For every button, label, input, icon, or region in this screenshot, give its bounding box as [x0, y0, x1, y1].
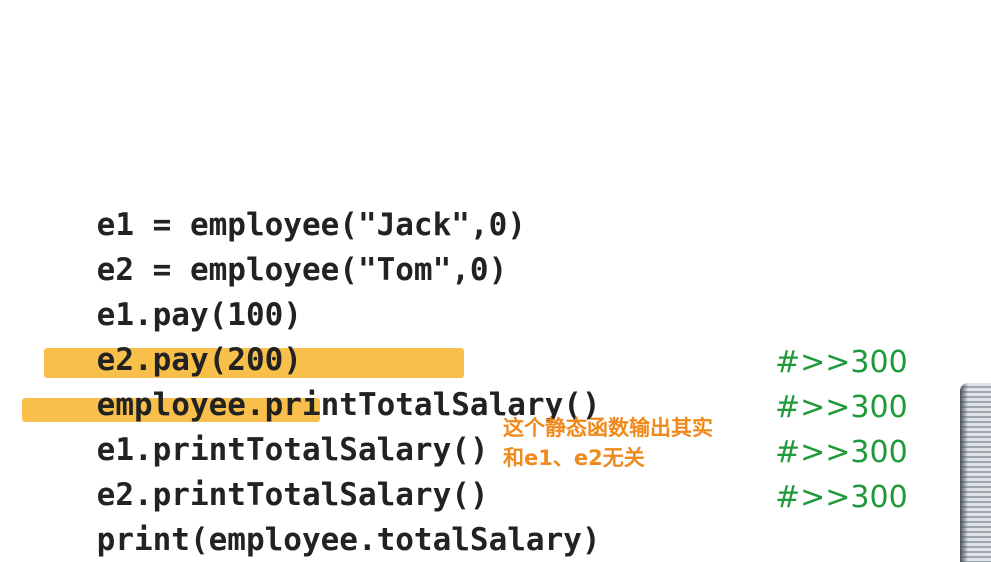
output-comment-line-6: #>>300: [775, 390, 908, 425]
slide: e1 = employee("Jack",0) e2 = employee("T…: [0, 0, 991, 562]
code-text: e1.pay(100): [96, 297, 302, 333]
annotation-line-2: 和e1、e2无关: [503, 446, 645, 470]
output-comment-line-5: #>>300: [775, 345, 908, 380]
output-comment-line-7: #>>300: [775, 435, 908, 470]
code-text: e2.pay(200): [96, 342, 302, 378]
code-line-1: e1 = employee("Jack",0): [22, 165, 526, 243]
code-text: print(employee.totalSalary): [96, 522, 601, 558]
output-comment-line-8: #>>300: [775, 480, 908, 515]
code-text: e1.printTotalSalary(): [96, 432, 489, 468]
code-text: e2 = employee("Tom",0): [96, 252, 508, 288]
annotation-line-1: 这个静态函数输出其实: [503, 416, 713, 440]
speaker-video-shadow: [960, 383, 968, 562]
code-text: e1 = employee("Jack",0): [96, 207, 526, 243]
annotation-note: 这个静态函数输出其实 和e1、e2无关: [503, 413, 778, 473]
code-text: e2.printTotalSalary(): [96, 477, 489, 513]
